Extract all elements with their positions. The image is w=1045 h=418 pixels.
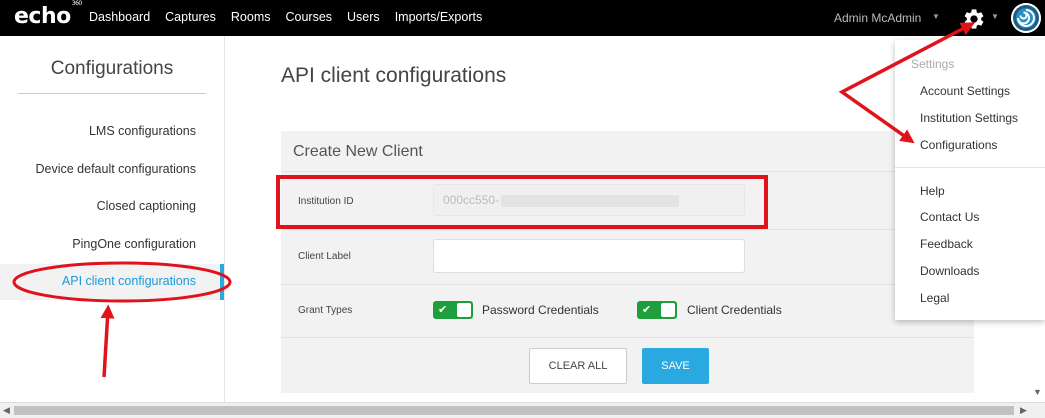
menu-item-contact-us[interactable]: Contact Us — [920, 210, 979, 224]
sidebar-active-indicator — [220, 264, 224, 300]
menu-item-institution-settings[interactable]: Institution Settings — [920, 111, 1018, 125]
client-label-label: Client Label — [298, 251, 351, 262]
menu-item-configurations[interactable]: Configurations — [920, 138, 997, 152]
panel-title: Create New Client — [293, 143, 423, 160]
nav-users[interactable]: Users — [347, 10, 380, 24]
nav-dashboard[interactable]: Dashboard — [89, 10, 150, 24]
main-nav: Dashboard Captures Rooms Courses Users I… — [89, 10, 482, 24]
user-menu-name[interactable]: Admin McAdmin — [834, 11, 921, 25]
menu-divider — [895, 167, 1045, 168]
settings-caret-down-icon[interactable]: ▼ — [991, 12, 999, 21]
toggle-knob — [661, 303, 675, 317]
client-credentials-toggle[interactable]: ✔ — [637, 301, 677, 319]
sidebar-item-closed-captioning[interactable]: Closed captioning — [0, 199, 196, 213]
toggle-knob — [457, 303, 471, 317]
sidebar-divider — [18, 93, 206, 94]
nav-imports-exports[interactable]: Imports/Exports — [395, 10, 483, 24]
institution-id-field: 000cc550- — [433, 184, 745, 216]
user-caret-down-icon[interactable]: ▼ — [932, 12, 940, 21]
menu-item-help[interactable]: Help — [920, 184, 945, 198]
top-nav-bar: echo360 Dashboard Captures Rooms Courses… — [0, 0, 1045, 36]
menu-item-legal[interactable]: Legal — [920, 291, 949, 305]
row-divider — [281, 229, 974, 230]
sidebar-item-api-client[interactable]: API client configurations — [0, 274, 196, 288]
institution-id-label: Institution ID — [298, 196, 354, 207]
gear-icon[interactable] — [962, 7, 986, 31]
institution-id-value: 000cc550- — [443, 193, 500, 207]
menu-item-feedback[interactable]: Feedback — [920, 237, 973, 251]
sidebar-item-device-defaults[interactable]: Device default configurations — [0, 162, 196, 176]
password-credentials-label: Password Credentials — [482, 303, 599, 317]
redacted-value — [501, 194, 680, 207]
check-icon: ✔ — [438, 304, 448, 316]
row-divider — [281, 337, 974, 338]
sidebar-item-pingone[interactable]: PingOne configuration — [0, 237, 196, 251]
horizontal-scrollbar[interactable]: ◀ ▶ — [0, 402, 1045, 418]
panel-header: Create New Client — [281, 131, 974, 172]
create-client-panel: Create New Client Institution ID 000cc55… — [281, 131, 974, 393]
scroll-right-icon[interactable]: ▶ — [1020, 405, 1027, 416]
check-icon: ✔ — [642, 304, 652, 316]
scroll-down-icon[interactable]: ▼ — [1033, 387, 1042, 397]
menu-item-downloads[interactable]: Downloads — [920, 264, 979, 278]
logo-sup: 360 — [71, 0, 82, 7]
scrollbar-thumb[interactable] — [14, 406, 1014, 415]
echo-logo[interactable]: echo360 — [14, 0, 82, 29]
settings-dropdown-menu: Settings Account Settings Institution Se… — [895, 40, 1045, 320]
client-credentials-label: Client Credentials — [687, 303, 782, 317]
sidebar: Configurations LMS configurations Device… — [0, 36, 225, 402]
clear-all-button[interactable]: CLEAR ALL — [529, 348, 627, 384]
sidebar-item-lms[interactable]: LMS configurations — [0, 124, 196, 138]
nav-courses[interactable]: Courses — [285, 10, 332, 24]
save-button[interactable]: SAVE — [642, 348, 709, 384]
logo-text: echo — [14, 4, 71, 29]
nav-rooms[interactable]: Rooms — [231, 10, 271, 24]
client-label-input[interactable] — [433, 239, 745, 273]
password-credentials-toggle[interactable]: ✔ — [433, 301, 473, 319]
nav-captures[interactable]: Captures — [165, 10, 216, 24]
row-divider — [281, 284, 974, 285]
grant-types-label: Grant Types — [298, 305, 353, 316]
menu-heading: Settings — [911, 57, 955, 71]
swirl-avatar-icon[interactable] — [1011, 3, 1041, 33]
sidebar-title: Configurations — [50, 58, 174, 79]
page-title: API client configurations — [281, 64, 507, 87]
scroll-left-icon[interactable]: ◀ — [3, 405, 10, 416]
menu-item-account-settings[interactable]: Account Settings — [920, 84, 1010, 98]
